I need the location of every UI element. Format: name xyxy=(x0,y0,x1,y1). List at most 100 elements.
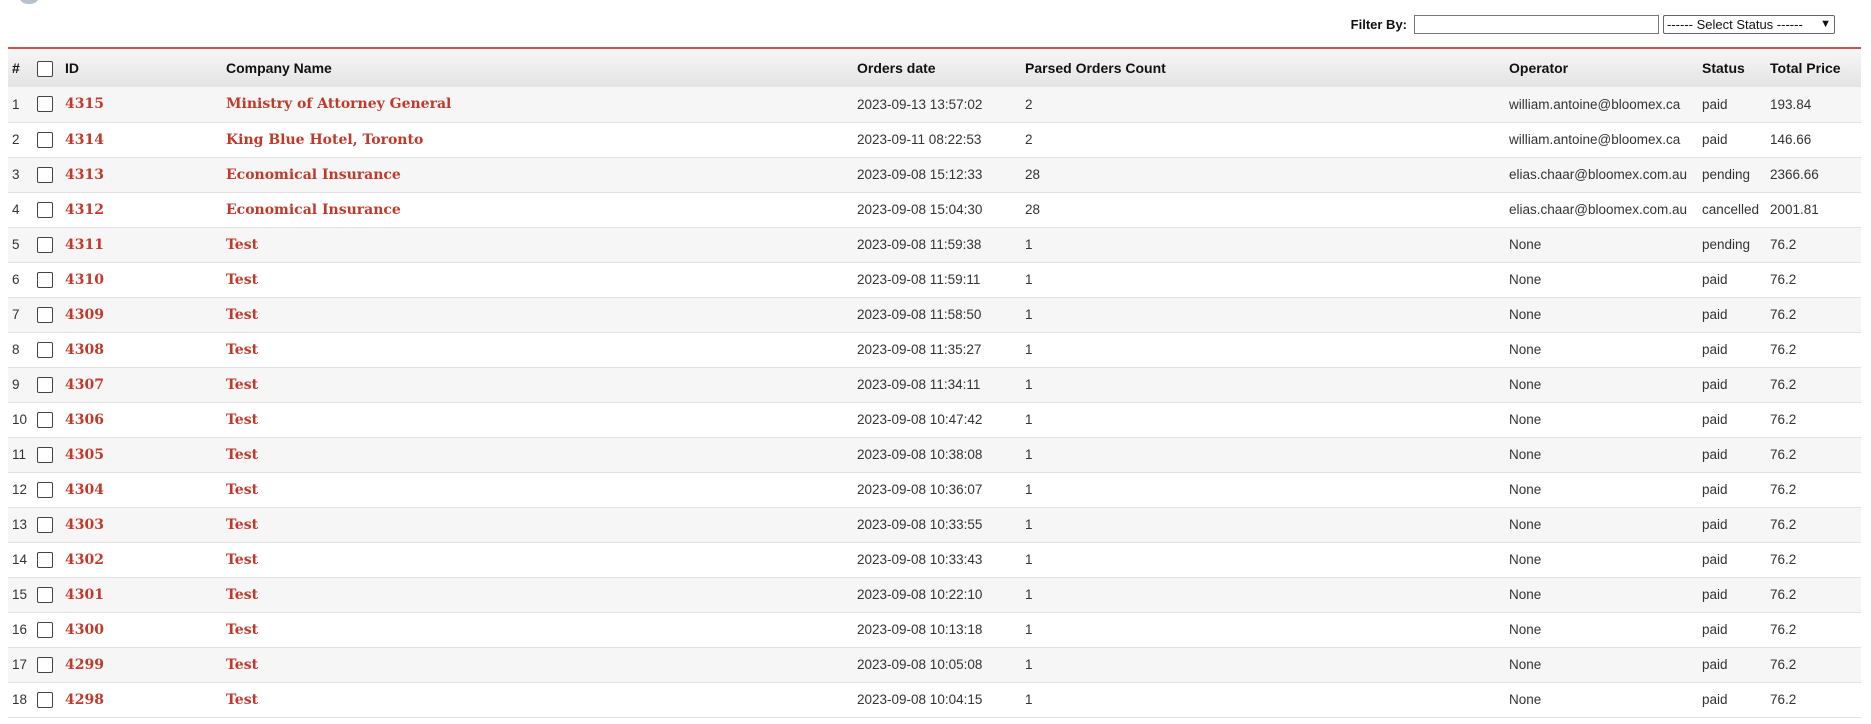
company-name-link[interactable]: Test xyxy=(226,272,258,288)
row-checkbox[interactable] xyxy=(37,341,53,358)
company-name-link[interactable]: Test xyxy=(226,377,258,393)
company-name-link[interactable]: Test xyxy=(226,412,258,428)
row-checkbox[interactable] xyxy=(37,621,53,638)
table-row: 14 4302 Test 2023-09-08 10:33:43 1 None paid 76… xyxy=(8,542,1861,577)
order-id-link[interactable]: 4299 xyxy=(65,657,104,673)
row-select-cell xyxy=(33,227,61,262)
total-price-cell: 193.84 xyxy=(1770,96,1812,112)
total-price-cell: 76.2 xyxy=(1770,377,1797,392)
header-status[interactable]: Status xyxy=(1698,49,1766,87)
orders-date-cell: 2023-09-08 10:36:07 xyxy=(857,482,983,497)
order-id-link[interactable]: 4302 xyxy=(65,552,104,568)
order-id-link[interactable]: 4314 xyxy=(65,132,104,148)
row-checkbox[interactable] xyxy=(37,481,53,498)
company-name-link[interactable]: Test xyxy=(226,342,258,358)
company-name-link[interactable]: Economical Insurance xyxy=(226,202,401,218)
company-name-link[interactable]: Test xyxy=(226,237,258,253)
company-name-link[interactable]: Test xyxy=(226,587,258,603)
order-id-link[interactable]: 4305 xyxy=(65,447,104,463)
logo-icon xyxy=(18,0,40,4)
order-id-link[interactable]: 4310 xyxy=(65,272,104,288)
row-checkbox[interactable] xyxy=(37,271,53,288)
header-id[interactable]: ID xyxy=(61,49,222,87)
status-cell: paid xyxy=(1702,447,1728,462)
operator-cell: None xyxy=(1509,657,1542,672)
table-header-row: # ID Company Name Orders date Parsed Ord… xyxy=(8,49,1861,87)
company-name-link[interactable]: Test xyxy=(226,482,258,498)
status-cell: pending xyxy=(1702,237,1751,252)
order-id-link[interactable]: 4311 xyxy=(65,237,104,253)
row-checkbox[interactable] xyxy=(37,376,53,393)
company-name-link-cell: Test xyxy=(222,612,853,647)
order-id-link[interactable]: 4306 xyxy=(65,412,104,428)
row-checkbox[interactable] xyxy=(37,586,53,603)
row-checkbox[interactable] xyxy=(37,551,53,568)
operator-cell: None xyxy=(1509,237,1542,252)
orders-date-cell: 2023-09-08 10:13:18 xyxy=(857,622,983,637)
row-select-cell xyxy=(33,682,61,717)
header-operator[interactable]: Operator xyxy=(1505,49,1698,87)
order-id-link-cell: 4311 xyxy=(61,227,222,262)
header-parsed-orders-count[interactable]: Parsed Orders Count xyxy=(1021,49,1505,87)
order-id-link[interactable]: 4300 xyxy=(65,622,104,638)
status-select[interactable]: ------ Select Status ------ ▼ xyxy=(1663,14,1835,34)
order-id-link-cell: 4313 xyxy=(61,157,222,192)
order-id-link[interactable]: 4308 xyxy=(65,342,104,358)
company-name-link-cell: King Blue Hotel, Toronto xyxy=(222,122,853,157)
order-id-link[interactable]: 4303 xyxy=(65,517,104,533)
row-checkbox[interactable] xyxy=(37,201,53,218)
company-name-link[interactable]: Test xyxy=(226,552,258,568)
order-id-link[interactable]: 4304 xyxy=(65,482,104,498)
company-name-link[interactable]: King Blue Hotel, Toronto xyxy=(226,132,423,148)
row-checkbox[interactable] xyxy=(37,656,53,673)
parsed-orders-count-cell: 1 xyxy=(1025,342,1033,357)
row-checkbox[interactable] xyxy=(37,446,53,463)
status-cell: paid xyxy=(1702,377,1728,392)
row-checkbox[interactable] xyxy=(37,96,53,113)
order-id-link[interactable]: 4313 xyxy=(65,167,104,183)
row-checkbox[interactable] xyxy=(37,236,53,253)
parsed-orders-count-cell: 1 xyxy=(1025,272,1033,287)
operator-cell: william.antoine@bloomex.ca xyxy=(1509,132,1681,147)
order-id-link[interactable]: 4301 xyxy=(65,587,104,603)
order-id-link[interactable]: 4307 xyxy=(65,377,104,393)
row-checkbox[interactable] xyxy=(37,691,53,708)
row-checkbox[interactable] xyxy=(37,131,53,148)
company-name-link[interactable]: Test xyxy=(226,692,258,708)
header-company-name[interactable]: Company Name xyxy=(222,49,853,87)
parsed-orders-count-cell: 1 xyxy=(1025,447,1033,462)
company-name-link[interactable]: Test xyxy=(226,447,258,463)
row-checkbox[interactable] xyxy=(37,516,53,533)
status-cell: paid xyxy=(1702,587,1728,602)
order-id-link[interactable]: 4312 xyxy=(65,202,104,218)
order-id-link-cell: 4315 xyxy=(61,87,222,122)
total-price-cell: 76.2 xyxy=(1770,307,1797,322)
order-id-link-cell: 4307 xyxy=(61,367,222,402)
orders-date-cell: 2023-09-08 15:12:33 xyxy=(857,167,983,182)
header-total-price[interactable]: Total Price xyxy=(1766,49,1861,87)
company-name-link[interactable]: Ministry of Attorney General xyxy=(226,96,451,112)
order-id-link[interactable]: 4298 xyxy=(65,692,104,708)
status-cell: paid xyxy=(1702,412,1728,427)
company-name-link[interactable]: Test xyxy=(226,307,258,323)
row-checkbox[interactable] xyxy=(37,411,53,428)
row-checkbox[interactable] xyxy=(37,166,53,183)
company-name-link[interactable]: Economical Insurance xyxy=(226,167,401,183)
select-all-checkbox[interactable] xyxy=(37,60,53,77)
order-id-link[interactable]: 4315 xyxy=(65,96,104,112)
company-name-link[interactable]: Test xyxy=(226,622,258,638)
order-id-link[interactable]: 4309 xyxy=(65,307,104,323)
company-name-link[interactable]: Test xyxy=(226,517,258,533)
row-checkbox[interactable] xyxy=(37,306,53,323)
filter-input[interactable] xyxy=(1414,14,1659,34)
total-price-cell: 76.2 xyxy=(1770,587,1797,602)
row-number-cell: 13 xyxy=(12,517,28,532)
company-name-link[interactable]: Test xyxy=(226,657,258,673)
total-price-cell: 146.66 xyxy=(1770,132,1812,147)
header-orders-date[interactable]: Orders date xyxy=(853,49,1021,87)
operator-cell: None xyxy=(1509,622,1542,637)
row-number-cell: 2 xyxy=(12,132,20,147)
row-number-cell: 5 xyxy=(12,237,20,252)
operator-cell: None xyxy=(1509,587,1542,602)
parsed-orders-count-cell: 1 xyxy=(1025,692,1033,707)
